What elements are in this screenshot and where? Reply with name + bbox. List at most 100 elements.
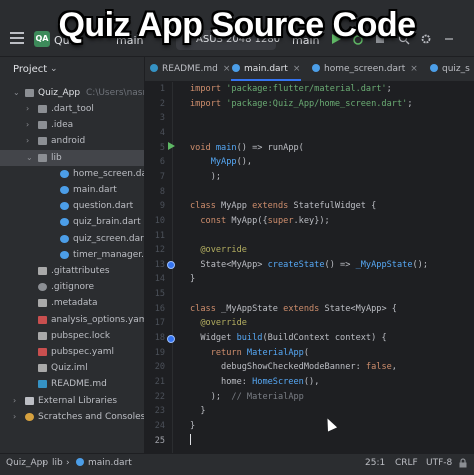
tree-item[interactable]: README.md [0,376,144,392]
code-line[interactable]: State<MyApp> createState() => _MyAppStat… [190,260,428,270]
close-icon[interactable]: × [293,64,301,74]
line-separator[interactable]: CRLF [395,453,418,473]
tree-item-label: android [51,136,86,147]
code-line[interactable]: ); [190,172,221,182]
iml-icon [38,364,47,373]
caret-position[interactable]: 25:1 [365,453,385,473]
code-token: } [190,274,196,285]
tree-item-label: Scratches and Consoles [38,411,144,422]
chevron-right-icon[interactable]: › [26,117,34,133]
line-number: 17 [154,318,165,329]
code-token: @override [190,318,247,329]
file-encoding[interactable]: UTF-8 [426,453,452,473]
chevron-down-icon[interactable]: ⌄ [50,64,58,74]
code-line[interactable]: } [190,406,206,417]
line-number: 7 [159,171,165,182]
code-token: , [391,362,397,373]
chevron-right-icon[interactable]: › [13,409,21,425]
tree-item[interactable]: quiz_brain.dart [0,214,144,230]
tree-item[interactable]: .metadata [0,295,144,311]
scratch-icon [25,412,34,421]
breadcrumb-folder[interactable]: lib [52,453,63,473]
code-line[interactable]: void main() => runApp( [190,143,304,153]
chevron-down-icon[interactable]: ⌄ [13,85,21,101]
overlay-caption: Quiz App Source Code [58,6,416,44]
project-panel-title[interactable]: Project [13,64,47,75]
code-token: ); [190,171,222,182]
code-line[interactable]: @override [190,318,247,328]
code-line[interactable]: @override [190,245,247,255]
chevron-right-icon[interactable]: › [13,393,21,409]
code-token: State<MyApp> [190,259,268,270]
tree-item[interactable]: › .idea [0,117,144,133]
editor-tab[interactable]: home_screen.dart × [312,57,418,81]
tree-item[interactable]: analysis_options.yaml [0,312,144,328]
override-gutter-icon[interactable] [167,261,175,269]
code-token: super [267,215,294,226]
code-token: (); [412,259,429,270]
code-line[interactable]: class MyApp extends StatefulWidget { [190,201,376,211]
editor-tab[interactable]: README.md × [150,57,230,81]
code-token: } [190,406,206,417]
tree-item[interactable]: .gitattributes [0,263,144,279]
editor-tab[interactable]: main.dart × [232,57,300,81]
code-line[interactable]: class _MyAppState extends State<MyApp> { [190,304,397,314]
code-line[interactable]: debugShowCheckedModeBanner: false, [190,362,397,372]
dart-icon [430,64,438,72]
dart-icon [312,64,320,72]
override-gutter-icon[interactable] [167,335,175,343]
code-line[interactable]: } [190,274,195,284]
tree-item[interactable]: ⌄ lib [0,149,144,166]
lock-icon[interactable] [458,458,468,468]
code-line[interactable]: Widget build(BuildContext context) { [190,333,386,344]
code-line[interactable]: } [190,421,195,431]
tree-item[interactable]: › Scratches and Consoles [0,409,144,425]
tree-item[interactable]: › .dart_tool [0,101,144,117]
code-token: extends [283,303,325,314]
tree-item-label: home_screen.dart [73,168,144,179]
code-token: import [190,98,227,109]
code-token: HomeScreen [252,377,304,387]
code-line[interactable]: const MyApp({super.key}); [190,215,329,226]
tree-item[interactable]: pubspec.lock [0,328,144,344]
breadcrumb-file[interactable]: main.dart [88,453,132,473]
run-gutter-icon[interactable] [168,142,175,150]
code-line[interactable]: ); // MaterialApp [190,392,304,402]
chevron-down-icon[interactable]: ⌄ [26,150,34,166]
code-line[interactable]: import 'package:flutter/material.dart'; [190,84,392,94]
tree-item[interactable]: › android [0,133,144,149]
tree-item[interactable]: timer_manager.dart [0,247,144,263]
tree-item[interactable]: question.dart [0,198,144,214]
editor-tab[interactable]: quiz_s [430,57,470,81]
tree-item-label: .metadata [51,298,98,309]
code-line[interactable]: return MaterialApp( [190,348,309,358]
tree-item[interactable]: main.dart [0,182,144,198]
tree-item[interactable]: › External Libraries [0,393,144,409]
close-icon[interactable]: × [223,64,231,74]
dart-icon [60,218,69,227]
chevron-right-icon[interactable]: › [26,101,34,117]
yaml-icon [38,315,47,324]
tree-item[interactable]: pubspec.yaml [0,344,144,360]
editor-scroll-strip[interactable] [458,82,474,453]
tree-item[interactable]: Quiz.iml [0,360,144,376]
code-token: State<MyApp> { [324,303,397,314]
tree-item-label: pubspec.lock [51,330,111,341]
code-token: _MyAppState [221,303,284,314]
code-line[interactable]: import 'package:Quiz_App/home_screen.dar… [190,99,413,109]
code-line[interactable]: MyApp(), [190,157,252,167]
tree-item[interactable]: quiz_screen.dart [0,231,144,247]
code-token: class [190,201,222,212]
tree-item-root[interactable]: ⌄ Quiz_App C:\Users\nasru [0,85,144,101]
close-icon[interactable]: × [410,64,418,74]
code-token: MyApp({ [231,215,268,226]
chevron-right-icon[interactable]: › [26,133,34,149]
tree-item[interactable]: home_screen.dart [0,166,144,182]
breadcrumb-separator: › [42,458,46,468]
code-token: build [236,333,263,344]
breadcrumb-separator: › [66,458,70,468]
code-line[interactable]: home: HomeScreen(), [190,377,319,387]
tree-item[interactable]: .gitignore [0,279,144,295]
